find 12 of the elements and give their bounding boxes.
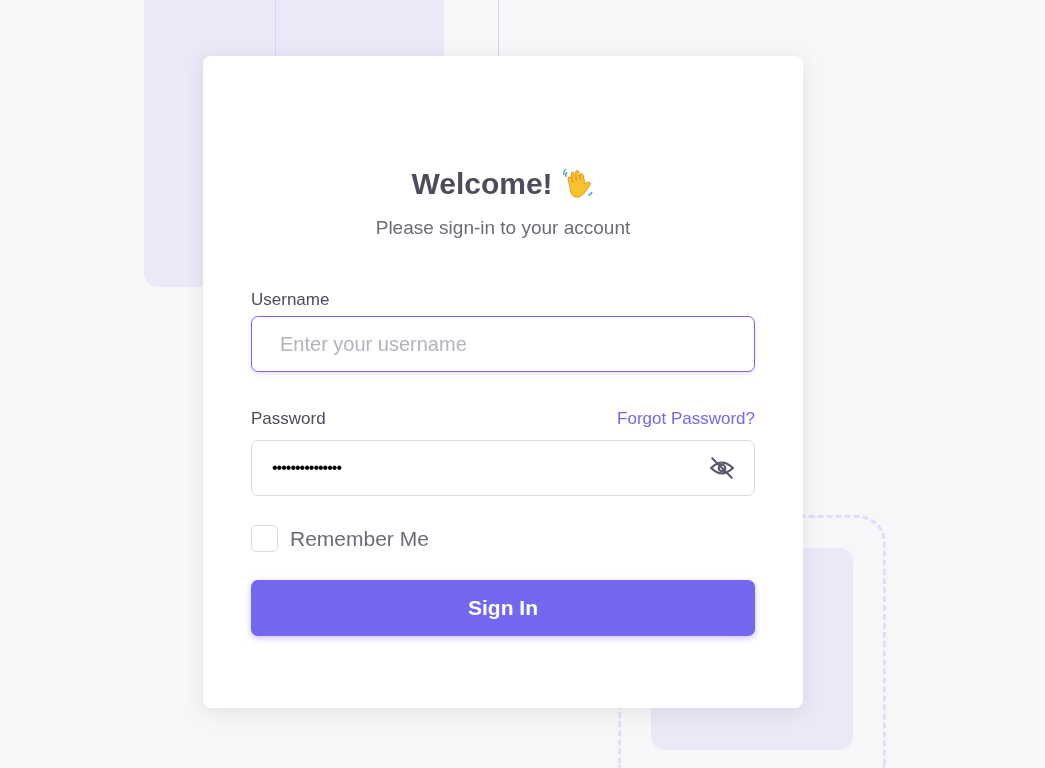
- password-field[interactable]: •••••••••••••••: [251, 439, 755, 496]
- eye-off-icon[interactable]: [709, 454, 735, 481]
- forgot-password-link[interactable]: Forgot Password?: [617, 406, 755, 432]
- remember-checkbox[interactable]: [251, 524, 278, 552]
- remember-label[interactable]: Remember Me: [290, 522, 429, 554]
- username-label: Username: [251, 288, 331, 311]
- subtitle: Please sign-in to your account: [374, 216, 632, 240]
- waving-hand-icon: [560, 167, 595, 201]
- password-label: Password: [251, 408, 326, 430]
- username-field[interactable]: Enter your username: [251, 316, 755, 372]
- sign-in-button[interactable]: Sign In: [251, 580, 755, 636]
- welcome-heading: Welcome!: [411, 166, 553, 202]
